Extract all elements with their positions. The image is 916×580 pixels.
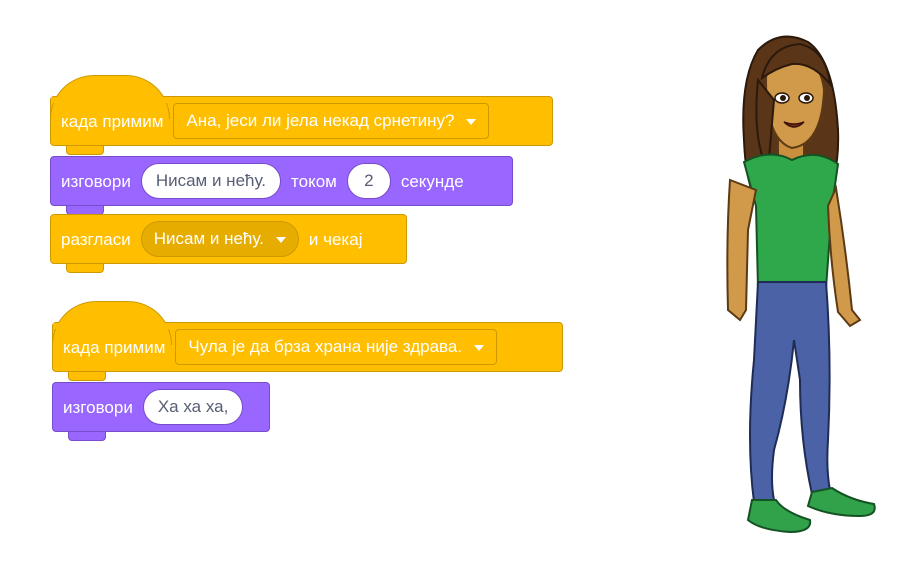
block-notch — [68, 372, 106, 381]
message-dropdown-2[interactable]: Чула је да брза храна није здрава. — [175, 329, 498, 365]
dropdown-caret-icon[interactable] — [466, 119, 477, 125]
say-for-secs-block[interactable]: изговори Нисам и нећу. током 2 секунде — [50, 156, 513, 206]
message-dropdown-1[interactable]: Ана, јеси ли јела некад срнетину? — [173, 103, 490, 139]
secs-label: секунде — [400, 171, 464, 191]
secs-input[interactable]: 2 — [346, 163, 391, 199]
and-wait-label: и чекај — [308, 229, 363, 249]
when-i-receive-block-2[interactable]: када примим Чула је да брза храна није з… — [52, 301, 563, 372]
say-label: изговори — [61, 171, 131, 191]
broadcast-and-wait-block[interactable]: разгласи Нисам и нећу. и чекај — [50, 214, 407, 264]
message-dropdown-value: Ана, јеси ли јела некад срнетину? — [186, 111, 455, 130]
for-label: током — [291, 171, 337, 191]
dropdown-caret-icon[interactable] — [275, 237, 286, 243]
broadcast-message-value: Нисам и нећу. — [153, 229, 264, 248]
message-dropdown-value: Чула је да брза храна није здрава. — [188, 337, 463, 356]
when-i-receive-label: када примим — [61, 111, 164, 131]
block-notch — [66, 146, 104, 155]
when-i-receive-block-1[interactable]: када примим Ана, јеси ли јела некад срне… — [50, 75, 553, 146]
broadcast-label: разгласи — [61, 229, 131, 249]
dropdown-caret-icon[interactable] — [474, 345, 485, 351]
girl-sprite-icon — [726, 35, 876, 534]
say-label: изговори — [63, 397, 133, 417]
broadcast-message-dropdown[interactable]: Нисам и нећу. — [140, 221, 299, 257]
block-notch — [68, 432, 106, 441]
block-notch — [66, 264, 104, 273]
say-block[interactable]: изговори Ха ха ха, — [52, 382, 270, 432]
when-i-receive-label: када примим — [63, 337, 166, 357]
say-text-input[interactable]: Ха ха ха, — [142, 389, 244, 425]
say-text-input[interactable]: Нисам и нећу. — [140, 163, 282, 199]
